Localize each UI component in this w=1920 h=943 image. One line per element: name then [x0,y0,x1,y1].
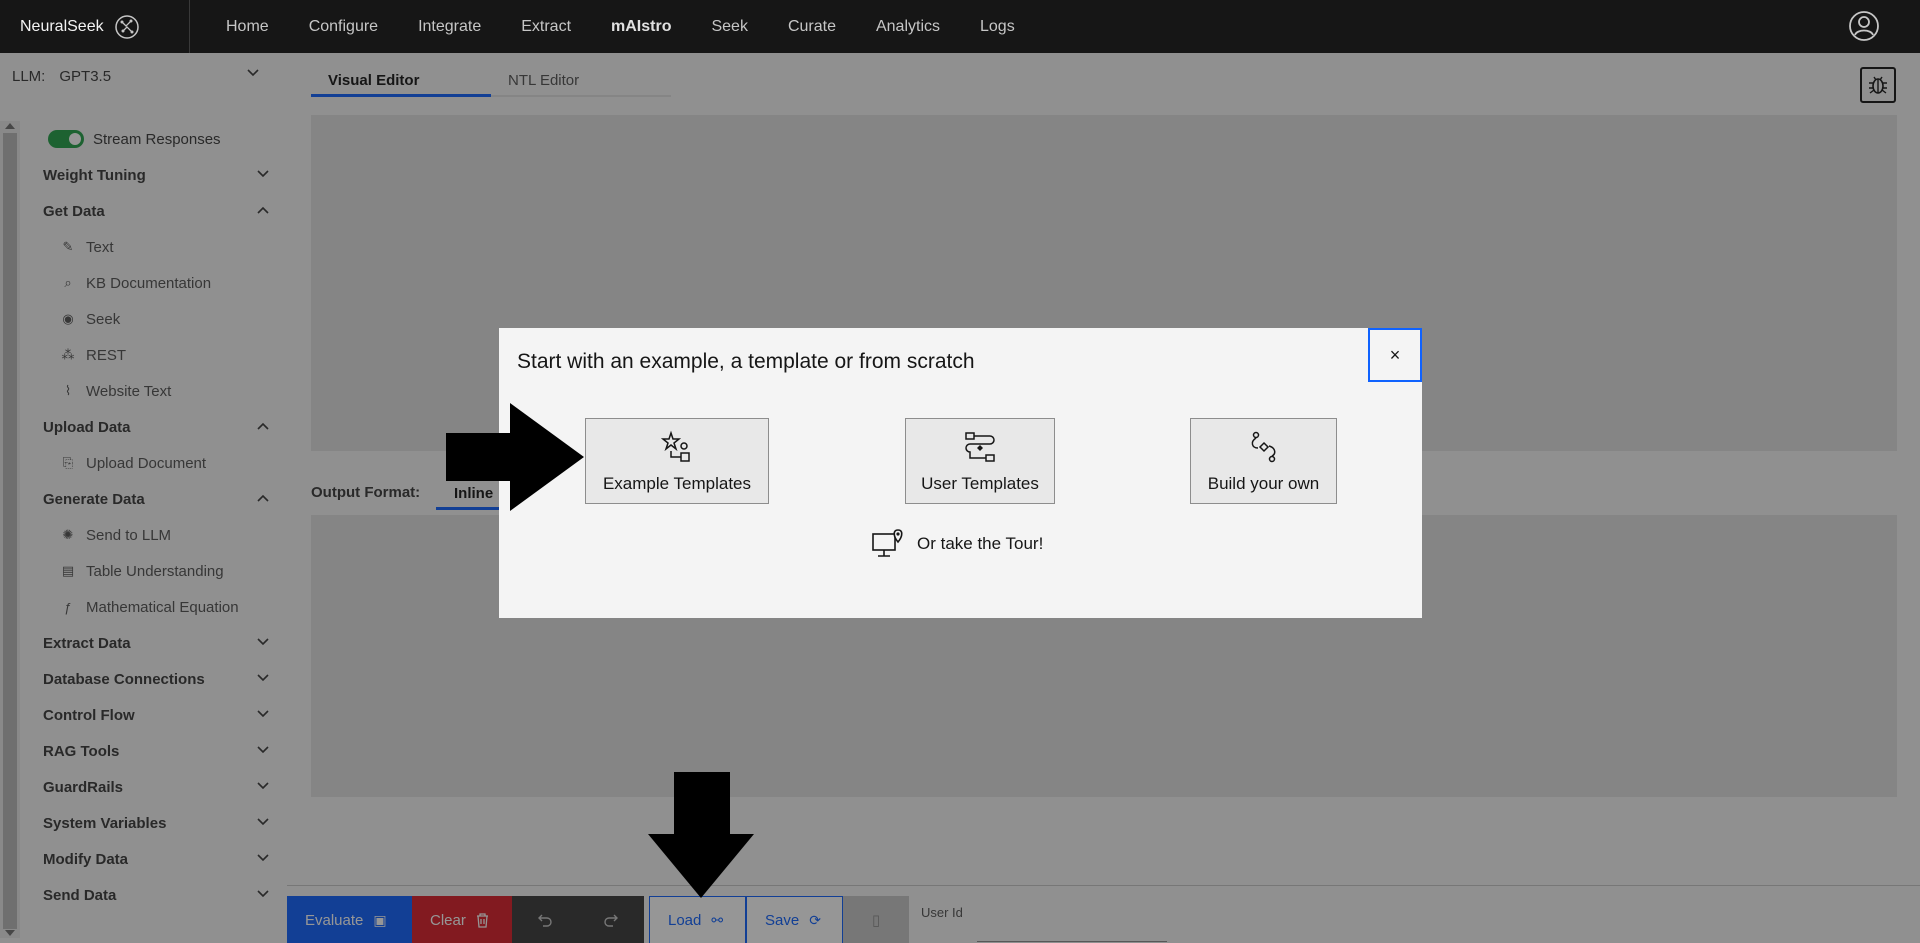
nav-curate[interactable]: Curate [768,0,856,53]
pointer-arrow-down-icon [648,772,754,898]
nav-configure[interactable]: Configure [289,0,398,53]
start-dialog: Start with an example, a template or fro… [499,328,1422,618]
dialog-title: Start with an example, a template or fro… [517,350,975,373]
nav-seek[interactable]: Seek [691,0,767,53]
star-shapes-icon [660,430,690,462]
brand[interactable]: NeuralSeek [0,0,190,53]
close-button[interactable]: × [1368,328,1422,382]
main-nav: Home Configure Integrate Extract mAIstro… [206,0,1035,53]
monitor-location-icon [872,529,903,557]
user-templates-button[interactable]: User Templates [905,418,1055,504]
option-label: Example Templates [602,474,752,493]
top-navigation: NeuralSeek Home Configure Integrate Extr… [0,0,1920,53]
pointer-arrow-right-icon [446,403,584,511]
brand-name: NeuralSeek [20,17,104,35]
nav-logs[interactable]: Logs [960,0,1035,53]
user-template-icon [965,432,995,462]
example-templates-button[interactable]: Example Templates [585,418,769,504]
build-flow-icon [1251,431,1275,463]
brain-logo-icon [114,14,139,39]
option-label: Build your own [1207,474,1320,493]
nav-analytics[interactable]: Analytics [856,0,960,53]
nav-extract[interactable]: Extract [501,0,591,53]
take-tour-link[interactable]: Or take the Tour! [871,528,1043,560]
option-label: User Templates [921,474,1039,493]
build-your-own-button[interactable]: Build your own [1190,418,1337,504]
close-icon: × [1389,344,1401,365]
nav-maistro[interactable]: mAIstro [591,0,691,53]
tour-label: Or take the Tour! [917,534,1044,553]
user-avatar-icon[interactable] [1848,10,1880,42]
nav-home[interactable]: Home [206,0,289,53]
nav-integrate[interactable]: Integrate [398,0,501,53]
